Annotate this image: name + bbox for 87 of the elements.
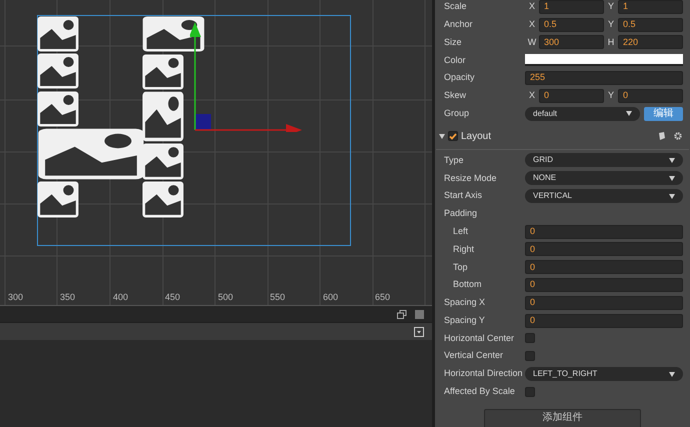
property-label: Anchor xyxy=(443,18,474,31)
checkbox[interactable] xyxy=(448,131,458,142)
dropdown[interactable]: default xyxy=(525,106,640,121)
number-field[interactable]: 0.5 xyxy=(618,18,683,32)
property-label: Color xyxy=(443,54,467,67)
caret-icon xyxy=(669,158,675,163)
number-field[interactable]: 1 xyxy=(618,0,683,14)
ruler-label: 550 xyxy=(270,291,286,304)
axis-label: Y xyxy=(606,89,615,102)
property-label: Right xyxy=(452,242,476,256)
property-label: Affected By Scale xyxy=(443,385,516,398)
number-field[interactable]: 300 xyxy=(539,35,604,50)
number-field[interactable]: 1 xyxy=(539,0,604,14)
property-label: Horizontal Center xyxy=(443,332,516,345)
property-label: Spacing Y xyxy=(443,314,486,327)
dropdown[interactable]: NONE xyxy=(525,171,683,186)
property-label: Resize Mode xyxy=(443,172,498,185)
number-field[interactable]: 0 xyxy=(525,260,683,274)
ruler-label: 500 xyxy=(218,291,234,304)
image-icon xyxy=(142,54,184,90)
property-label: Padding xyxy=(443,207,478,220)
checkbox[interactable] xyxy=(525,333,535,344)
property-label: Scale xyxy=(443,0,468,14)
property-label: Left xyxy=(452,224,470,238)
axis-label: W xyxy=(527,36,537,49)
ruler-label: 400 xyxy=(113,291,128,304)
transform-gizmo[interactable] xyxy=(190,20,302,132)
axis-label: X xyxy=(528,0,536,14)
property-label: Opacity xyxy=(443,71,476,84)
axis-label: H xyxy=(606,36,616,49)
checkbox[interactable] xyxy=(525,386,535,397)
number-field[interactable]: 0 xyxy=(539,88,604,103)
edit-button[interactable]: 编辑 xyxy=(644,106,683,121)
property-label: Top xyxy=(452,260,469,274)
settings-icon[interactable] xyxy=(674,132,682,140)
image-icon xyxy=(142,16,205,52)
dropdown-value: VERTICAL xyxy=(533,190,572,202)
axis-label: Y xyxy=(606,0,615,14)
dropdown[interactable]: VERTICAL xyxy=(525,189,683,204)
property-label: Vertical Center xyxy=(443,349,504,362)
dropdown-value: default xyxy=(533,108,558,120)
property-label: Group xyxy=(443,106,470,120)
number-field[interactable]: 0 xyxy=(525,278,683,292)
number-field[interactable]: 255 xyxy=(525,71,683,86)
checkbox[interactable] xyxy=(525,351,535,362)
number-field[interactable]: 0 xyxy=(525,242,683,256)
dropdown-value: GRID xyxy=(533,154,553,166)
image-icon xyxy=(37,16,79,52)
property-label: Horizontal Direction xyxy=(443,367,524,380)
caret-icon xyxy=(669,372,675,377)
number-field[interactable]: 0 xyxy=(525,314,683,328)
number-field[interactable]: 0 xyxy=(525,296,683,310)
ruler-label: 300 xyxy=(8,291,24,304)
number-field[interactable]: 220 xyxy=(618,35,683,50)
caret-icon xyxy=(669,176,675,181)
axis-label: X xyxy=(528,89,536,102)
ruler-label: 350 xyxy=(60,291,76,304)
expand-icon[interactable] xyxy=(439,133,445,140)
component-title: Layout xyxy=(461,130,492,144)
image-icon xyxy=(37,53,79,89)
property-label: Skew xyxy=(443,89,468,102)
property-label: Start Axis xyxy=(443,189,484,202)
caret-icon xyxy=(626,111,632,116)
dropdown-value: LEFT_TO_RIGHT xyxy=(533,368,598,380)
axis-label: X xyxy=(528,18,536,31)
restore-icon[interactable] xyxy=(397,310,407,318)
property-label: Size xyxy=(443,36,463,49)
property-label: Type xyxy=(443,154,465,167)
ruler-label: 450 xyxy=(165,291,180,304)
dropdown-value: NONE xyxy=(533,172,556,184)
scene-canvas[interactable]: 300 350 400 450 500 550 600 650 xyxy=(0,0,432,305)
book-icon[interactable] xyxy=(658,132,666,140)
caret-icon xyxy=(669,194,675,199)
property-label: Bottom xyxy=(452,278,483,292)
number-field[interactable]: 0.5 xyxy=(539,18,604,32)
collapse-icon[interactable] xyxy=(414,326,424,336)
dropdown[interactable]: LEFT_TO_RIGHT xyxy=(525,367,683,382)
axis-label: Y xyxy=(606,18,615,31)
property-label: Spacing X xyxy=(443,296,486,310)
ruler-label: 650 xyxy=(375,291,390,304)
add-component-button[interactable]: 添加组件 xyxy=(484,408,641,427)
ruler-label: 600 xyxy=(323,291,338,304)
number-field[interactable]: 0 xyxy=(618,88,683,103)
color-swatch[interactable] xyxy=(525,54,683,66)
square-icon[interactable] xyxy=(415,310,424,318)
number-field[interactable]: 0 xyxy=(525,224,683,239)
dropdown[interactable]: GRID xyxy=(525,153,683,168)
